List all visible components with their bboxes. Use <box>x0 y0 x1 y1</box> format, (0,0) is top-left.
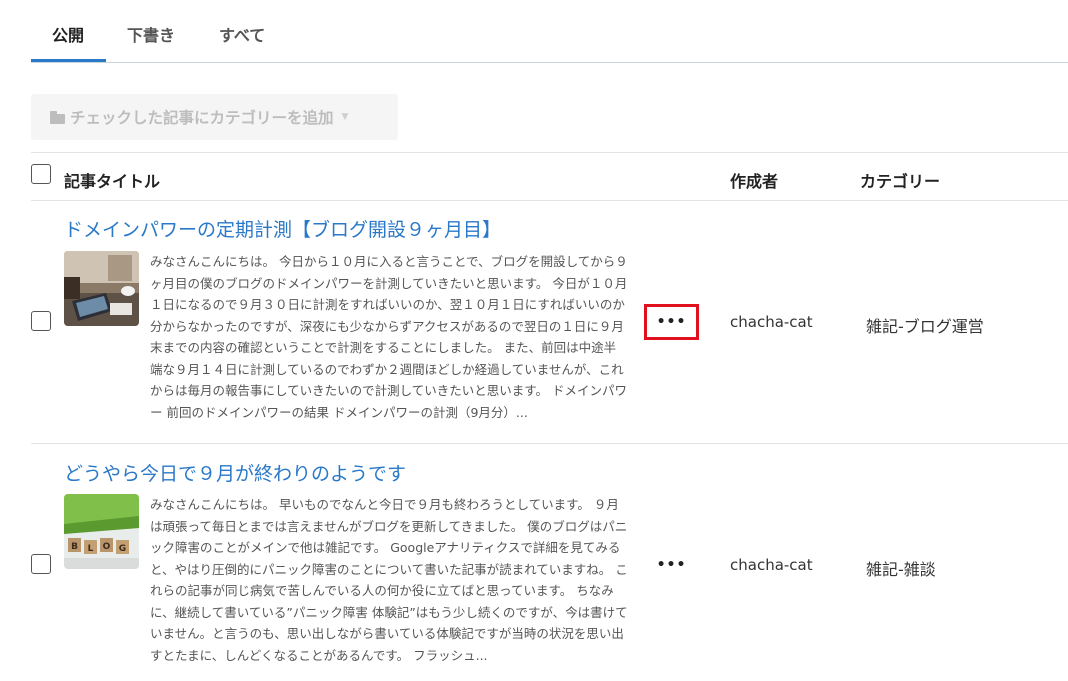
post-title-link[interactable]: ドメインパワーの定期計測【ブログ開設９ヶ月目】 <box>64 215 501 242</box>
column-header-title[interactable]: 記事タイトル <box>64 168 160 192</box>
folder-icon <box>50 110 66 125</box>
post-status-tabs: 公開 下書き すべて <box>31 0 1068 63</box>
tab-published[interactable]: 公開 <box>52 22 84 46</box>
header-divider <box>31 200 1068 201</box>
add-category-button[interactable]: チェックした記事にカテゴリーを追加 ▼ <box>31 94 398 140</box>
select-all-checkbox[interactable] <box>31 164 51 184</box>
svg-text:B: B <box>71 542 78 552</box>
svg-text:G: G <box>119 544 126 554</box>
post-title-link[interactable]: どうやら今日で９月が終わりのようです <box>64 459 406 486</box>
table-top-divider <box>31 152 1068 153</box>
more-options-button[interactable]: ••• <box>644 304 699 340</box>
column-header-category[interactable]: カテゴリー <box>860 168 940 192</box>
post-excerpt: みなさんこんにちは。 早いものでなんと今日で９月も終わろうとしています。 ９月は… <box>150 497 628 663</box>
active-tab-indicator <box>31 59 106 62</box>
tab-all[interactable]: すべて <box>219 22 265 46</box>
post-thumbnail: B L O G <box>64 494 139 569</box>
ellipsis-icon: ••• <box>656 557 687 573</box>
svg-text:O: O <box>103 542 111 552</box>
svg-text:L: L <box>88 544 94 554</box>
post-author: chacha-cat <box>730 556 813 574</box>
row-divider <box>31 443 1068 444</box>
tab-drafts[interactable]: 下書き <box>127 22 175 46</box>
column-header-author[interactable]: 作成者 <box>730 168 778 192</box>
ellipsis-icon: ••• <box>656 314 687 330</box>
post-thumbnail <box>64 251 139 326</box>
row-checkbox[interactable] <box>31 311 51 331</box>
post-author: chacha-cat <box>730 313 813 331</box>
caret-down-icon: ▼ <box>341 112 349 122</box>
add-category-label: チェックした記事にカテゴリーを追加 <box>70 109 334 127</box>
post-category: 雑記-ブログ運営 <box>866 317 984 336</box>
post-category: 雑記-雑談 <box>866 560 936 579</box>
post-excerpt: みなさんこんにちは。 今日から１０月に入ると言うことで、ブログを開設してから９ヶ… <box>150 254 628 420</box>
more-options-button[interactable]: ••• <box>644 547 699 583</box>
row-checkbox[interactable] <box>31 554 51 574</box>
